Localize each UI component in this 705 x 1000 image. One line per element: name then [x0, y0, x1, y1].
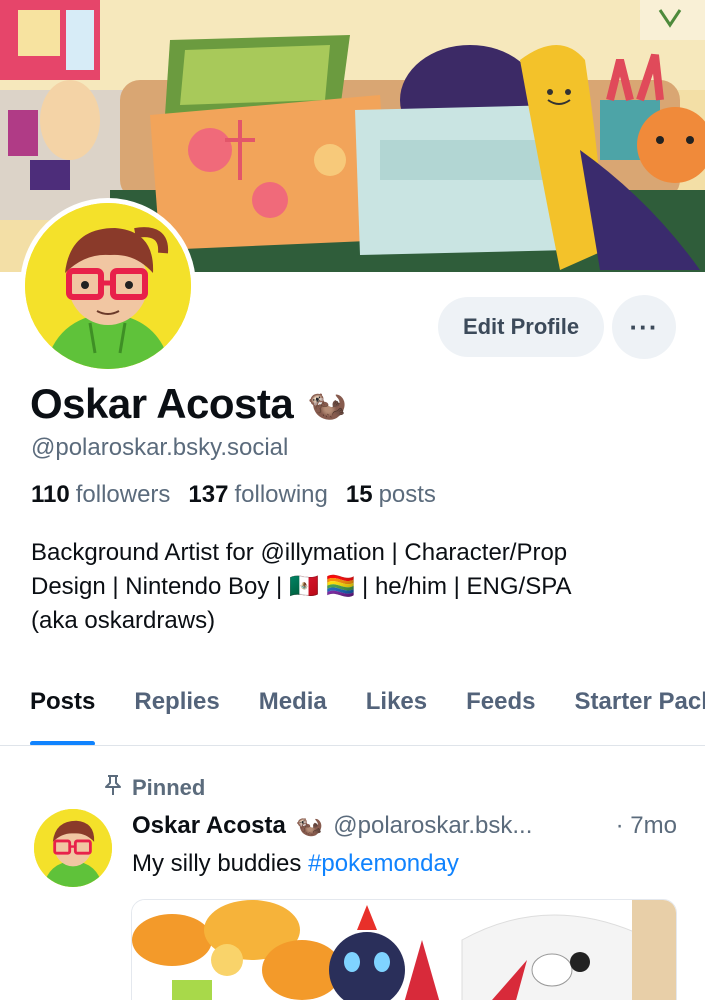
posts-label: posts	[378, 481, 436, 508]
posts-stat: 15 posts	[346, 481, 436, 509]
profile-page: Edit Profile ··· Oskar Acosta 🦦 @polaros…	[0, 0, 705, 1000]
profile-bio: Background Artist for @illymation | Char…	[31, 536, 681, 638]
tab-posts[interactable]: Posts	[30, 680, 96, 745]
more-options-button[interactable]: ···	[612, 295, 676, 359]
following-link[interactable]: 137 following	[188, 481, 327, 509]
followers-count: 110	[31, 481, 70, 508]
bio-line: (aka oskardraws)	[31, 607, 216, 634]
name-row: Oskar Acosta 🦦	[30, 380, 347, 428]
pin-icon	[104, 774, 122, 802]
post-text-body: My silly buddies	[132, 850, 309, 877]
post-image[interactable]	[131, 899, 677, 1000]
pinned-label: Pinned	[132, 775, 206, 800]
following-count: 137	[188, 481, 229, 508]
otter-emoji-icon: 🦦	[307, 386, 348, 422]
profile-avatar[interactable]	[20, 198, 196, 374]
pinned-indicator: Pinned	[104, 774, 205, 802]
hashtag-link[interactable]: #pokemonday	[308, 850, 459, 877]
post-author-avatar[interactable]	[34, 809, 112, 887]
tab-media[interactable]: Media	[259, 680, 327, 745]
tab-starter-packs[interactable]: Starter Packs	[575, 680, 705, 745]
post-author-name[interactable]: Oskar Acosta	[132, 812, 286, 840]
display-name: Oskar Acosta	[30, 380, 294, 427]
post-image-illustration	[132, 900, 676, 1000]
bio-line: Design | Nintendo Boy | 🇲🇽 🏳️‍🌈 | he/him…	[31, 573, 572, 600]
posts-count: 15	[345, 481, 373, 508]
avatar-illustration	[25, 203, 191, 369]
bio-line: Background Artist for @illymation | Char…	[31, 539, 568, 566]
profile-stats: 110 followers 137 following 15 posts	[31, 481, 436, 509]
post-text: My silly buddies #pokemonday	[132, 850, 459, 878]
followers-link[interactable]: 110 followers	[31, 481, 170, 509]
followers-label: followers	[75, 481, 171, 508]
tab-likes[interactable]: Likes	[366, 680, 427, 745]
tab-feeds[interactable]: Feeds	[466, 680, 535, 745]
tab-replies[interactable]: Replies	[134, 680, 219, 745]
ellipsis-icon: ···	[629, 311, 659, 342]
post-author-handle[interactable]: @polaroskar.bsk...	[333, 812, 573, 840]
profile-tabs: Posts Replies Media Likes Feeds Starter …	[0, 680, 705, 746]
otter-emoji-icon: 🦦	[295, 813, 324, 838]
profile-handle: @polaroskar.bsky.social	[31, 434, 289, 461]
edit-profile-button[interactable]: Edit Profile	[438, 297, 604, 357]
post-timestamp[interactable]: · 7mo	[616, 812, 677, 840]
post-header: Oskar Acosta 🦦 @polaroskar.bsk... · 7mo	[132, 812, 677, 840]
following-label: following	[234, 481, 328, 508]
